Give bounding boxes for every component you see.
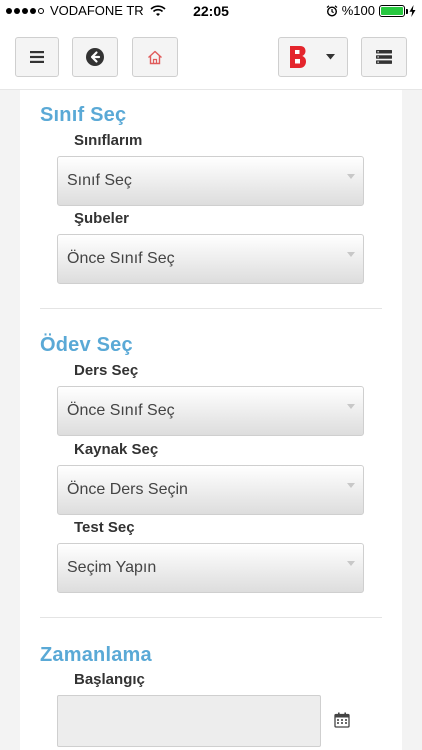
section-title-homework: Ödev Seç — [40, 334, 133, 356]
label-course: Ders Seç — [74, 362, 139, 379]
label-source: Kaynak Seç — [74, 441, 159, 458]
start-date-input[interactable] — [57, 695, 321, 747]
chevron-down-icon — [347, 252, 355, 257]
source-select[interactable]: Önce Ders Seçin — [57, 465, 364, 515]
form-panel: Sınıf Seç Sınıflarım Sınıf Seç Şubeler Ö… — [20, 90, 402, 750]
course-select[interactable]: Önce Sınıf Seç — [57, 386, 364, 436]
back-button[interactable] — [72, 37, 118, 77]
section-title-schedule: Zamanlama — [40, 644, 152, 666]
calendar-icon[interactable] — [334, 712, 350, 728]
section-divider — [40, 617, 382, 618]
chevron-down-icon — [347, 483, 355, 488]
menu-button[interactable] — [15, 37, 59, 77]
battery-percent: %100 — [341, 3, 375, 18]
status-right: %100 — [326, 3, 416, 18]
b-logo — [290, 46, 306, 68]
list-view-button[interactable] — [361, 37, 407, 77]
classes-select[interactable]: Sınıf Seç — [57, 156, 364, 206]
hamburger-icon — [30, 51, 44, 63]
battery-icon — [379, 4, 408, 17]
classes-select-value: Sınıf Seç — [67, 172, 132, 189]
label-test: Test Seç — [74, 519, 135, 536]
source-select-value: Önce Ders Seçin — [67, 481, 188, 498]
chevron-down-icon — [347, 561, 355, 566]
chevron-down-icon — [347, 404, 355, 409]
arrow-left-circle-icon — [86, 48, 104, 66]
status-bar: VODAFONE TR 22:05 %100 — [0, 0, 422, 22]
section-title-class: Sınıf Seç — [40, 104, 127, 126]
home-button[interactable] — [132, 37, 178, 77]
list-view-icon — [376, 50, 392, 64]
branches-select-value: Önce Sınıf Seç — [67, 250, 175, 267]
top-toolbar — [0, 22, 422, 90]
test-select[interactable]: Seçim Yapın — [57, 543, 364, 593]
label-branches: Şubeler — [74, 210, 130, 227]
section-divider — [40, 308, 382, 309]
home-icon — [148, 50, 162, 64]
label-classes: Sınıflarım — [74, 132, 143, 149]
course-select-value: Önce Sınıf Seç — [67, 402, 175, 419]
brand-switcher-button[interactable] — [278, 37, 348, 77]
caret-down-icon — [326, 54, 335, 60]
label-start: Başlangıç — [74, 671, 145, 688]
test-select-value: Seçim Yapın — [67, 559, 157, 576]
charging-icon — [409, 4, 416, 17]
chevron-down-icon — [347, 174, 355, 179]
branches-select[interactable]: Önce Sınıf Seç — [57, 234, 364, 284]
alarm-icon — [326, 4, 338, 17]
